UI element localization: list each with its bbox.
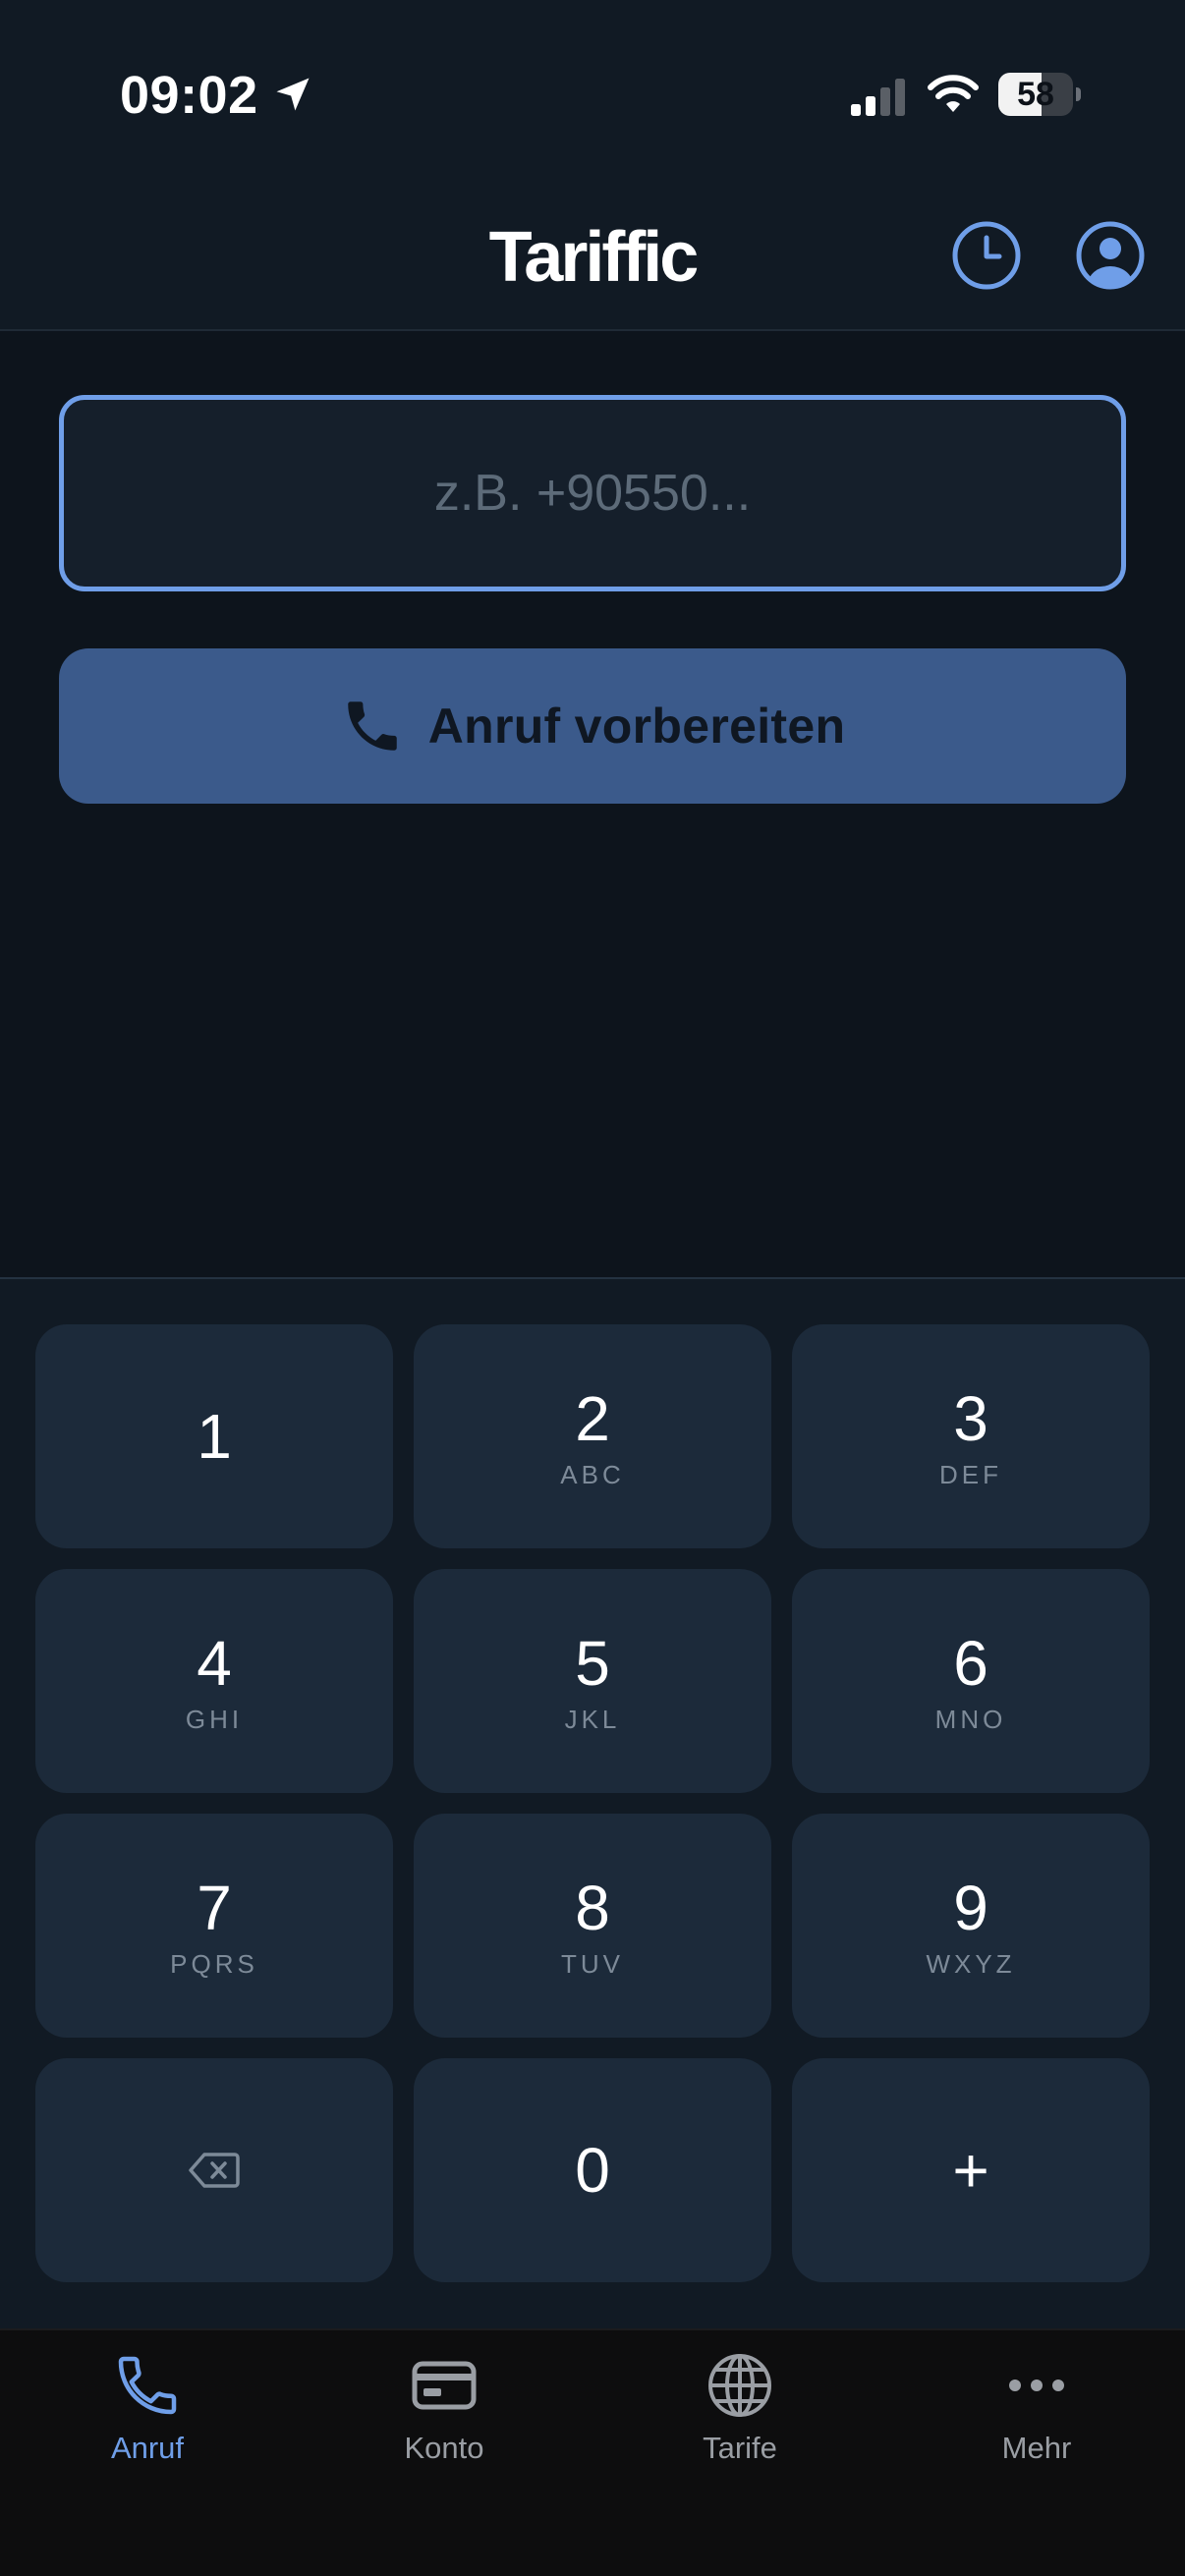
bottom-tab-bar: Anruf Konto Tarife Mehr xyxy=(0,2328,1185,2576)
key-letters: ABC xyxy=(560,1460,625,1489)
key-digit: 5 xyxy=(575,1628,610,1699)
tab-label: Mehr xyxy=(1001,2431,1072,2465)
key-letters: TUV xyxy=(561,1949,624,1979)
key-digit: 2 xyxy=(575,1383,610,1454)
more-dots-icon xyxy=(1009,2380,1064,2391)
key-2[interactable]: 2 ABC xyxy=(414,1324,771,1548)
tab-label: Anruf xyxy=(110,2431,185,2465)
tab-konto[interactable]: Konto xyxy=(297,2350,592,2497)
tab-label: Konto xyxy=(404,2431,484,2465)
key-digit: 6 xyxy=(953,1628,988,1699)
key-digit: 8 xyxy=(575,1873,610,1943)
key-digit: + xyxy=(952,2135,989,2206)
tab-anruf[interactable]: Anruf xyxy=(0,2350,295,2497)
key-digit: 0 xyxy=(575,2135,610,2206)
tab-mehr[interactable]: Mehr xyxy=(889,2350,1184,2497)
key-digit: 4 xyxy=(197,1628,232,1699)
key-5[interactable]: 5 JKL xyxy=(414,1569,771,1793)
top-header-area: 09:02 58 Tariffic xyxy=(0,0,1185,331)
key-digit: 1 xyxy=(197,1401,232,1472)
phone-number-input[interactable] xyxy=(64,400,1121,587)
tab-tarife[interactable]: Tarife xyxy=(592,2350,887,2497)
key-letters: JKL xyxy=(564,1705,621,1734)
backspace-icon xyxy=(189,2153,240,2188)
app-screen: 09:02 58 Tariffic z.B. +90550... Anruf v… xyxy=(0,0,1185,2576)
key-letters: WXYZ xyxy=(926,1949,1016,1979)
phone-icon xyxy=(347,701,397,751)
user-circle-icon[interactable] xyxy=(1075,220,1146,291)
key-letters: MNO xyxy=(934,1705,1007,1734)
key-1[interactable]: 1 xyxy=(35,1324,393,1548)
key-8[interactable]: 8 TUV xyxy=(414,1814,771,2038)
globe-icon xyxy=(708,2354,771,2417)
key-4[interactable]: 4 GHI xyxy=(35,1569,393,1793)
prepare-call-label: Anruf vorbereiten xyxy=(427,699,846,754)
key-plus[interactable]: + xyxy=(792,2058,1150,2282)
key-3[interactable]: 3 DEF xyxy=(792,1324,1150,1548)
key-digit: 3 xyxy=(953,1383,988,1454)
key-7[interactable]: 7 PQRS xyxy=(35,1814,393,2038)
phone-number-field xyxy=(59,395,1126,591)
key-6[interactable]: 6 MNO xyxy=(792,1569,1150,1793)
battery-body: 58 xyxy=(998,73,1073,116)
key-digit: 9 xyxy=(953,1873,988,1943)
key-9[interactable]: 9 WXYZ xyxy=(792,1814,1150,2038)
clock-icon[interactable] xyxy=(951,220,1022,291)
tab-label: Tarife xyxy=(703,2431,777,2465)
battery-tip xyxy=(1076,87,1081,101)
credit-card-icon xyxy=(412,2361,477,2410)
dial-keypad: 1 2 ABC 3 DEF 4 GHI 5 JKL 6 MNO 7 PQRS 8 xyxy=(0,1277,1185,2330)
phone-icon xyxy=(118,2356,177,2415)
key-letters: GHI xyxy=(185,1705,244,1734)
status-time: 09:02 xyxy=(120,66,258,125)
battery-level: 58 xyxy=(1017,76,1054,113)
location-arrow-icon xyxy=(276,78,310,111)
cellular-signal-icon xyxy=(851,79,905,116)
key-letters: PQRS xyxy=(170,1949,258,1979)
prepare-call-button[interactable]: Anruf vorbereiten xyxy=(59,648,1126,804)
key-backspace[interactable] xyxy=(35,2058,393,2282)
battery-indicator: 58 xyxy=(998,73,1081,118)
wifi-icon xyxy=(928,75,979,112)
key-digit: 7 xyxy=(197,1873,232,1943)
key-letters: DEF xyxy=(939,1460,1002,1489)
key-0[interactable]: 0 xyxy=(414,2058,771,2282)
